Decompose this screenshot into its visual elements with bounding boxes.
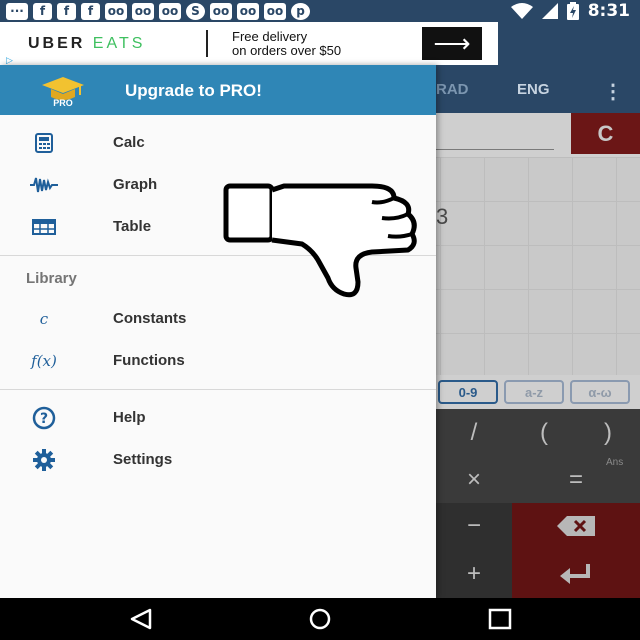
drawer-item-label: Settings (113, 451, 173, 468)
signal-icon (541, 3, 558, 19)
drawer-item-label: Table (113, 218, 152, 235)
ad-banner[interactable]: UBER EATS Free delivery on orders over $… (0, 22, 498, 65)
plus-key[interactable]: + (436, 549, 512, 598)
system-nav-bar (0, 598, 640, 640)
clock: 8:31 (587, 1, 630, 21)
wifi-icon (510, 3, 533, 19)
arrow-right-icon: ⟶ (433, 28, 471, 58)
pinterest-icon: p (291, 2, 310, 20)
notification-icons: ··· f f f oo oo oo S oo oo oo p (6, 2, 310, 20)
ad-text: Free delivery on orders over $50 (232, 30, 341, 58)
keyboard-mode-row: 0-9 a-z α-ω (436, 375, 640, 411)
constants-icon: c (39, 310, 49, 328)
eng-toggle[interactable]: ENG (517, 81, 550, 98)
drawer-item-functions[interactable]: f(x) Functions (0, 340, 436, 382)
input-underline (436, 149, 554, 150)
ad-brand-eats: EATS (92, 35, 146, 52)
upgrade-pro-banner[interactable]: PRO Upgrade to PRO! (0, 65, 436, 115)
clear-button[interactable]: C (571, 113, 640, 154)
drawer-item-label: Graph (113, 176, 158, 193)
voicemail-icon: oo (159, 2, 181, 20)
keypad: / ( ) × = Ans − + (436, 409, 640, 598)
more-vert-icon[interactable]: ⋮ (603, 79, 623, 104)
drawer-item-label: Constants (113, 310, 187, 327)
settings-gear-icon (28, 449, 60, 471)
upgrade-label: Upgrade to PRO! (125, 81, 262, 100)
right-paren-key[interactable]: ) (576, 409, 640, 457)
status-bar: ··· f f f oo oo oo S oo oo oo p 8:31 (0, 0, 640, 22)
facebook-icon: f (81, 2, 100, 20)
table-icon (28, 216, 60, 238)
messenger-icon: ··· (6, 2, 28, 20)
drawer-item-help[interactable]: ? Help (0, 397, 436, 439)
battery-charging-icon (566, 2, 579, 20)
skype-icon: S (186, 2, 205, 20)
ad-brand-uber: UBER (28, 35, 86, 52)
drawer-item-label: Help (113, 409, 146, 426)
facebook-icon: f (33, 2, 52, 20)
voicemail-icon: oo (105, 2, 127, 20)
ad-divider (206, 30, 208, 57)
help-icon: ? (28, 406, 60, 430)
backspace-icon (557, 516, 595, 536)
graduation-cap-icon: PRO (42, 77, 84, 107)
ad-line2: on orders over $50 (232, 43, 342, 58)
home-icon[interactable] (307, 608, 333, 630)
voicemail-icon: oo (264, 2, 286, 20)
ad-cta-button[interactable]: ⟶ (422, 27, 482, 60)
recents-icon[interactable] (487, 608, 513, 630)
enter-icon (560, 563, 590, 584)
divide-key[interactable]: / (436, 409, 512, 457)
ad-line1: Free delivery (232, 29, 308, 44)
mode-digits[interactable]: 0-9 (438, 380, 498, 404)
ans-label: Ans (606, 457, 624, 468)
voicemail-icon: oo (237, 2, 259, 20)
back-icon[interactable] (128, 608, 154, 630)
drawer-item-label: Calc (113, 134, 145, 151)
result-value: 3 (436, 204, 449, 229)
status-bar-extension (498, 22, 640, 65)
library-section-label: Library (26, 270, 77, 287)
pro-badge-text: PRO (53, 98, 73, 107)
enter-key[interactable] (512, 549, 640, 598)
drawer-item-settings[interactable]: Settings (0, 439, 436, 481)
voicemail-icon: oo (132, 2, 154, 20)
drawer-item-calc[interactable]: Calc (0, 122, 436, 164)
facebook-icon: f (57, 2, 76, 20)
graph-wave-icon (28, 174, 60, 196)
svg-text:?: ? (40, 411, 48, 427)
mode-greek[interactable]: α-ω (570, 380, 630, 404)
times-key[interactable]: × (436, 457, 512, 503)
voicemail-icon: oo (210, 2, 232, 20)
thumbs-down-icon (223, 183, 417, 298)
ad-brand: UBER EATS (28, 35, 145, 53)
backspace-key[interactable] (512, 503, 640, 549)
drawer-item-label: Functions (113, 352, 185, 369)
mode-latin[interactable]: a-z (504, 380, 564, 404)
navigation-drawer: PRO Upgrade to PRO! Calc Graph Table Lib… (0, 65, 436, 598)
left-paren-key[interactable]: ( (512, 409, 576, 457)
calculator-icon (28, 132, 60, 154)
drawer-item-constants[interactable]: c Constants (0, 298, 436, 340)
minus-key[interactable]: − (436, 503, 512, 549)
drawer-divider (0, 389, 436, 390)
functions-icon: f(x) (31, 352, 57, 370)
rad-toggle[interactable]: RAD (436, 81, 469, 98)
